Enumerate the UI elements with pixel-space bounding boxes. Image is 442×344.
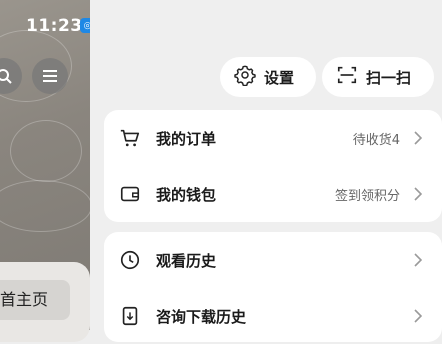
watch-history-title: 观看历史 <box>156 251 217 270</box>
watch-history-item[interactable]: 观看历史 <box>104 232 442 288</box>
chevron-right-icon <box>414 308 424 324</box>
left-peek-label: 首主页 <box>0 290 49 309</box>
checkin-points-text: 签到领积分 <box>334 188 400 204</box>
my-orders-title: 我的订单 <box>156 129 217 148</box>
wallet-icon <box>118 182 142 206</box>
cart-icon <box>118 126 142 150</box>
chevron-right-icon <box>414 186 424 202</box>
background-drawing <box>10 120 82 182</box>
history-card: 观看历史 咨询下载历史 <box>104 232 442 342</box>
scan-button[interactable]: 扫一扫 <box>322 57 434 97</box>
chevron-right-icon <box>414 252 424 268</box>
download-history-icon <box>118 304 142 328</box>
chevron-right-icon <box>414 130 424 146</box>
background-drawing <box>0 180 90 232</box>
side-drawer-panel: 设置 扫一扫 我的订单 待收货4 我的钱包 签到领积分 观看历史 咨询下载历史 <box>90 0 442 342</box>
consult-download-history-item[interactable]: 咨询下载历史 <box>104 288 442 344</box>
pending-receipt-count: 待收货4 <box>352 132 400 148</box>
consult-download-history-title: 咨询下载历史 <box>156 307 247 326</box>
status-time: 11:23 <box>26 16 83 36</box>
my-wallet-item[interactable]: 我的钱包 签到领积分 <box>104 166 442 222</box>
left-peek-home-button[interactable]: 首主页 <box>0 280 70 320</box>
settings-label: 设置 <box>264 68 295 87</box>
menu-icon[interactable] <box>32 58 68 94</box>
scan-label: 扫一扫 <box>366 68 412 87</box>
my-orders-item[interactable]: 我的订单 待收货4 <box>104 110 442 166</box>
settings-button[interactable]: 设置 <box>220 57 316 97</box>
orders-wallet-card: 我的订单 待收货4 我的钱包 签到领积分 <box>104 110 442 222</box>
my-wallet-title: 我的钱包 <box>156 185 217 204</box>
clock-icon <box>118 248 142 272</box>
scan-icon <box>336 64 358 90</box>
gear-icon <box>234 64 256 90</box>
